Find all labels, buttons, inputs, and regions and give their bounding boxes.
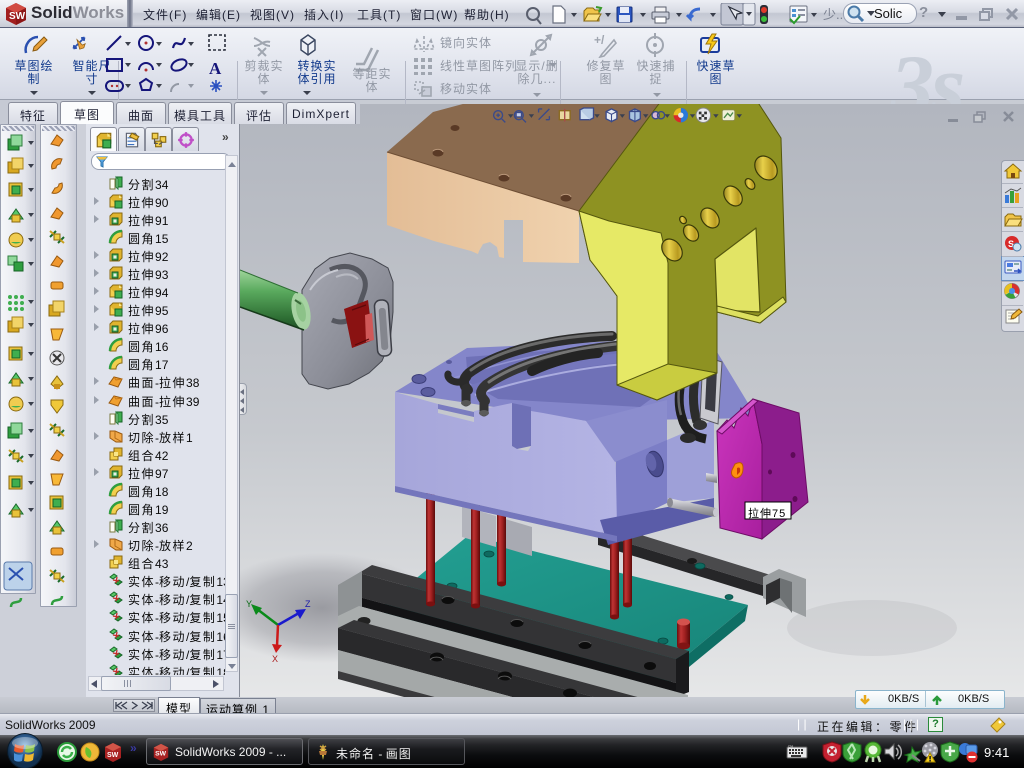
- svg-text:Z: Z: [305, 599, 311, 609]
- svg-text:SW: SW: [155, 751, 167, 758]
- svg-text:SW: SW: [9, 11, 26, 22]
- svg-text:少..: 少..: [823, 7, 843, 22]
- svg-text:A: A: [209, 59, 222, 78]
- svg-text:SW: SW: [107, 752, 119, 759]
- svg-text:Y: Y: [246, 599, 252, 609]
- svg-text:CH: CH: [788, 745, 794, 749]
- svg-text:+/: +/: [594, 33, 605, 47]
- svg-text:X: X: [272, 654, 278, 664]
